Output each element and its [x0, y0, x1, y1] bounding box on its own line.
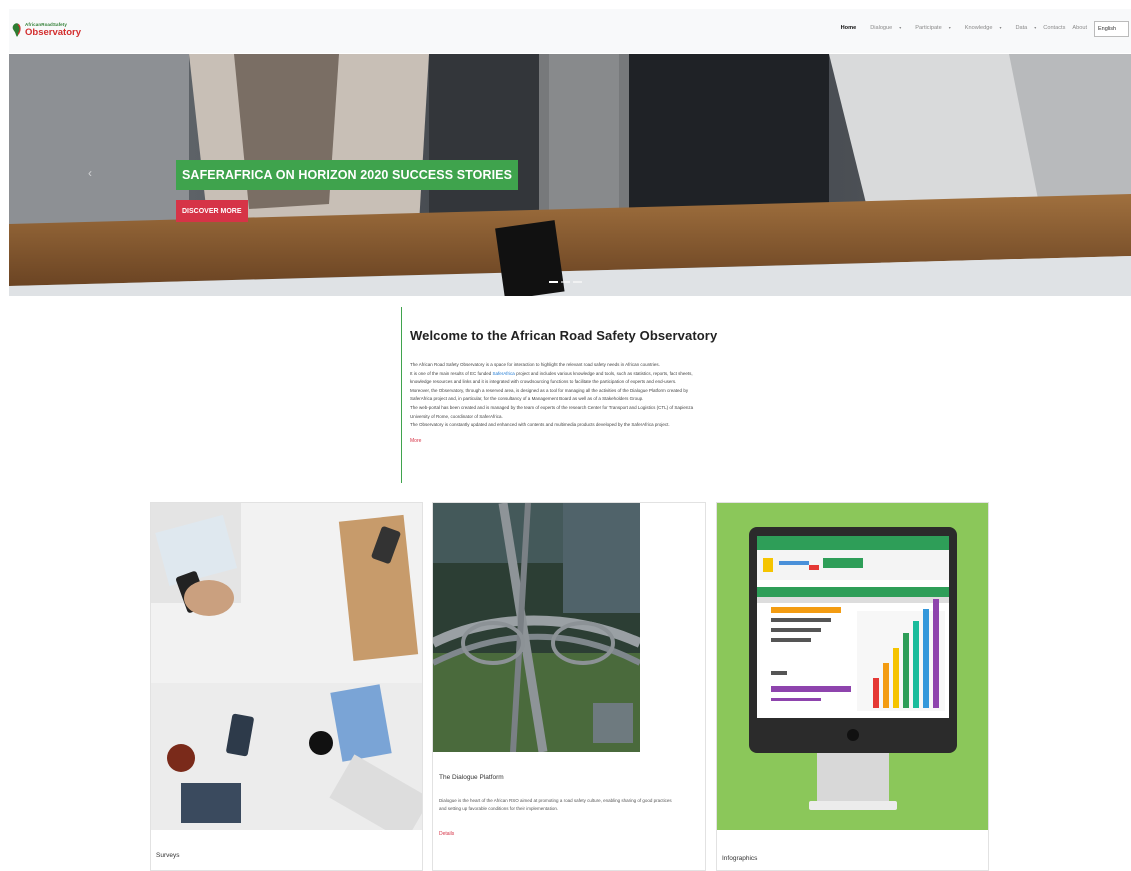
details-link[interactable]: Details — [439, 831, 454, 837]
welcome-line: SaferAfrica project and, in particular, … — [410, 396, 644, 402]
welcome-line: The African Road Safety Observatory is a… — [410, 362, 660, 367]
welcome-line: knowledge resources and links and it is … — [410, 379, 677, 385]
nav-participate[interactable]: Participate ▾ — [908, 25, 950, 31]
language-select[interactable]: English — [1094, 21, 1129, 37]
dialogue-platform-image — [433, 503, 640, 752]
welcome-line: It is one of the main results of EC fund… — [410, 370, 493, 376]
welcome-section: Welcome to the African Road Safety Obser… — [401, 307, 737, 483]
nav-contacts[interactable]: Contacts — [1043, 25, 1065, 31]
site-logo[interactable]: AfricanRoadSafety Observatory — [11, 14, 81, 46]
nav-links: Home Dialogue ▾ Participate ▾ Knowledge ▾ D… — [834, 25, 1087, 31]
infographics-image — [717, 503, 988, 830]
navbar: AfricanRoadSafety Observatory Home Dialo… — [9, 9, 1131, 53]
nav-about[interactable]: About — [1072, 25, 1087, 31]
nav-knowledge[interactable]: Knowledge ▾ — [958, 25, 1002, 31]
welcome-paragraph: The African Road Safety Observatory is a… — [410, 361, 737, 430]
card-title: The Dialogue Platform — [439, 774, 504, 781]
logo-bottom-text: Observatory — [25, 27, 81, 38]
carousel-indicators — [549, 281, 582, 283]
surveys-image — [151, 503, 422, 830]
nav-participate-label: Participate — [915, 25, 942, 31]
logo-text: AfricanRoadSafety Observatory — [25, 22, 81, 38]
carousel-prev-icon[interactable]: ‹ — [88, 166, 92, 180]
nav-data-label: Data — [1015, 25, 1028, 31]
more-link[interactable]: More — [410, 438, 737, 444]
carousel-indicator[interactable] — [549, 281, 558, 283]
card-description-line: Dialogue is the heart of the African RSO… — [439, 798, 672, 803]
welcome-line: University of Rome, coordinator of Safer… — [410, 413, 503, 419]
nav-home[interactable]: Home — [841, 25, 857, 31]
africa-logo-icon — [12, 23, 21, 37]
welcome-line: project and includes various knowledge a… — [514, 370, 693, 376]
nav-dialogue-label: Dialogue — [870, 25, 893, 31]
caret-down-icon: ▾ — [999, 25, 1002, 30]
card-title: Infographics — [722, 855, 758, 862]
card-title: Surveys — [156, 852, 180, 859]
card-description-line: and setting up favorable conditions for … — [439, 806, 559, 812]
card-description: Dialogue is the heart of the African RSO… — [439, 797, 705, 814]
welcome-heading: Welcome to the African Road Safety Obser… — [410, 328, 718, 343]
nav-dialogue[interactable]: Dialogue ▾ — [863, 25, 901, 31]
caret-down-icon: ▾ — [899, 25, 902, 30]
carousel-indicator[interactable] — [561, 281, 570, 283]
card-infographics[interactable]: Infographics — [716, 502, 989, 871]
welcome-line: The web-portal has been created and is m… — [410, 404, 694, 410]
card-dialogue-platform[interactable]: The Dialogue Platform Dialogue is the he… — [432, 502, 706, 871]
welcome-line: The Observatory is constantly updated an… — [410, 422, 670, 428]
nav-data[interactable]: Data ▾ — [1008, 25, 1036, 31]
discover-more-button[interactable]: DISCOVER MORE — [176, 200, 248, 222]
nav-knowledge-label: Knowledge — [964, 25, 993, 31]
saferafrica-link[interactable]: SaferAfrica — [493, 371, 515, 376]
hero-carousel: ‹ SAFERAFRICA ON HORIZON 2020 SUCCESS ST… — [9, 54, 1131, 296]
caret-down-icon: ▾ — [948, 25, 951, 30]
caret-down-icon: ▾ — [1034, 25, 1037, 30]
carousel-indicator[interactable] — [573, 281, 582, 283]
welcome-line: Moreover, the Observatory, through a res… — [410, 387, 689, 393]
card-surveys[interactable]: Surveys — [150, 502, 423, 871]
hero-title: SAFERAFRICA ON HORIZON 2020 SUCCESS STOR… — [176, 160, 519, 190]
